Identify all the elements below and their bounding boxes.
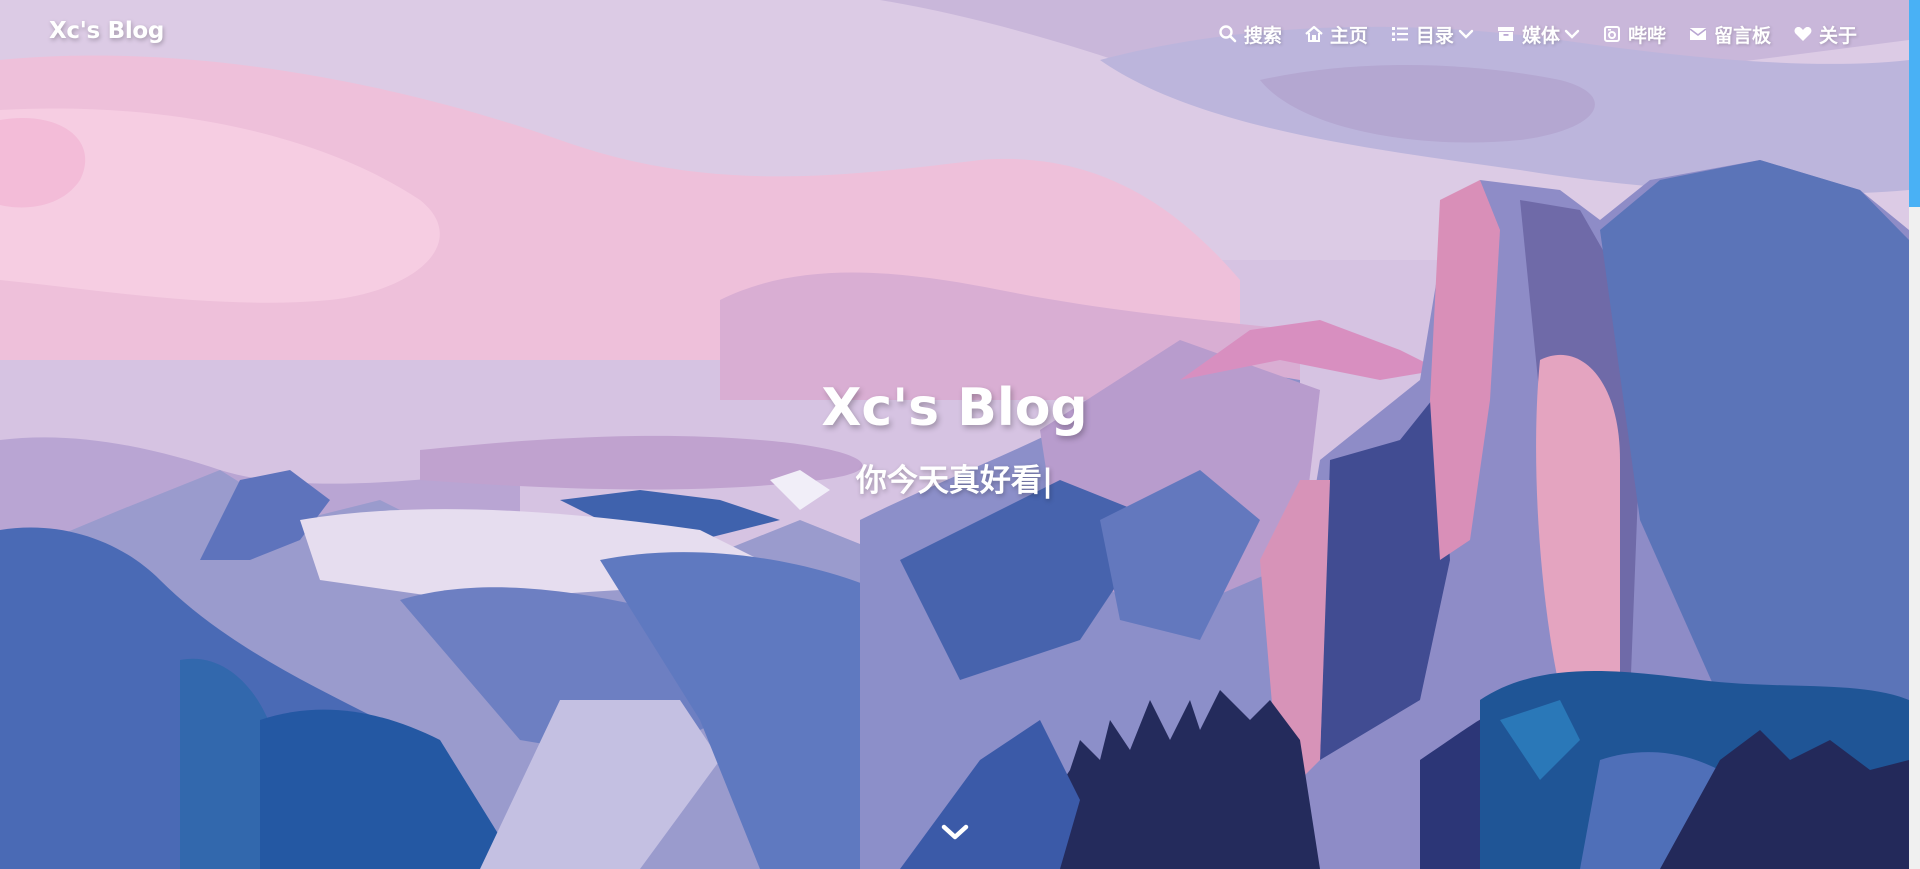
hero-subtitle: 你今天真好看| (0, 455, 1909, 500)
site-name-link[interactable]: Xc's Blog (49, 18, 164, 44)
nav-menu: 搜索 主页 目录 媒体 哔哔 留言板 关于 (1196, 20, 1857, 48)
scroll-down-button[interactable] (938, 818, 972, 846)
nav-item-label: 搜索 (1243, 24, 1282, 47)
camera-icon (1602, 24, 1622, 44)
chevron-down-icon (940, 821, 970, 843)
nav-item-label: 留言板 (1713, 24, 1771, 47)
nav-item-catalog[interactable]: 目录 (1390, 20, 1474, 48)
home-icon (1304, 24, 1324, 44)
nav-item-guestbook[interactable]: 留言板 (1688, 20, 1771, 48)
archive-icon (1496, 24, 1516, 44)
nav-item-search[interactable]: 搜索 (1218, 20, 1282, 48)
nav-item-home[interactable]: 主页 (1304, 20, 1368, 48)
nav-item-label: 主页 (1329, 24, 1368, 47)
search-icon (1218, 24, 1238, 44)
nav-item-bibi[interactable]: 哔哔 (1602, 20, 1666, 48)
hero-subtitle-text: 你今天真好看 (855, 463, 1042, 499)
nav-item-label: 关于 (1818, 24, 1857, 47)
hero-site-title: Xc's Blog (821, 378, 1088, 438)
heart-icon (1793, 24, 1813, 44)
top-navigation-bar: Xc's Blog 搜索 主页 目录 媒体 哔哔 留言板 关于 (0, 0, 1909, 68)
list-icon (1390, 24, 1410, 44)
page: Xc's Blog 搜索 主页 目录 媒体 哔哔 留言板 关于 Xc's Blo… (0, 0, 1920, 869)
nav-item-media[interactable]: 媒体 (1496, 20, 1580, 48)
scrollbar-track[interactable] (1909, 0, 1920, 869)
typing-cursor: | (1041, 463, 1054, 499)
envelope-icon (1688, 24, 1708, 44)
nav-item-label: 哔哔 (1627, 24, 1666, 47)
nav-item-about[interactable]: 关于 (1793, 20, 1857, 48)
scrollbar-thumb[interactable] (1909, 0, 1920, 207)
nav-item-label: 目录 (1415, 24, 1454, 47)
nav-item-label: 媒体 (1521, 24, 1560, 47)
chevron-down-icon (1564, 26, 1580, 42)
chevron-down-icon (1458, 26, 1474, 42)
